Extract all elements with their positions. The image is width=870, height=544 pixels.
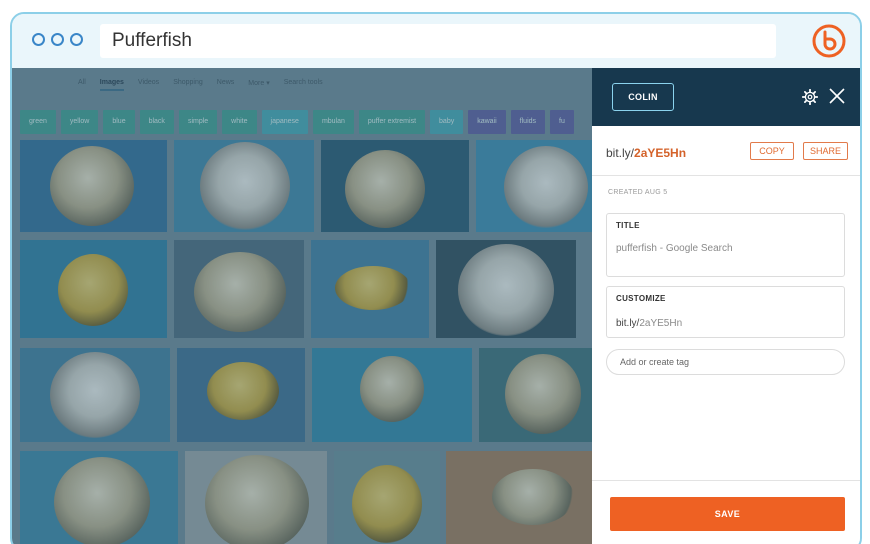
panel-header: COLIN xyxy=(592,68,860,126)
title-field[interactable]: TITLE pufferfish - Google Search xyxy=(606,213,845,277)
user-button[interactable]: COLIN xyxy=(612,83,674,111)
browser-toolbar: Pufferfish xyxy=(12,14,860,68)
short-link[interactable]: bit.ly/2aYE5Hn xyxy=(606,146,686,160)
browser-window: Pufferfish All Images Videos Shopping News Mo… xyxy=(10,12,862,544)
title-label: TITLE xyxy=(616,221,640,230)
customize-domain: bit.ly/ xyxy=(616,318,640,329)
address-bar-text: Pufferfish xyxy=(112,30,192,51)
bitly-panel: COLIN bit.ly/2aYE5Hn COPY SHARE CREATED … xyxy=(592,68,860,544)
gear-icon[interactable] xyxy=(802,89,818,105)
window-controls xyxy=(32,33,83,46)
modal-overlay xyxy=(12,68,592,544)
panel-footer: SAVE xyxy=(592,480,860,544)
close-icon[interactable] xyxy=(829,88,845,104)
tag-input[interactable]: Add or create tag xyxy=(606,349,845,375)
window-dot-icon[interactable] xyxy=(70,33,83,46)
window-dot-icon[interactable] xyxy=(51,33,64,46)
copy-button[interactable]: COPY xyxy=(750,142,794,160)
short-link-domain: bit.ly/ xyxy=(606,146,635,160)
search-results-page: All Images Videos Shopping News More ▾ Search … xyxy=(12,68,592,544)
bitly-logo-icon[interactable] xyxy=(812,24,846,58)
short-link-code: 2aYE5Hn xyxy=(634,146,687,160)
save-button[interactable]: SAVE xyxy=(610,497,845,531)
customize-label: CUSTOMIZE xyxy=(616,294,666,303)
customize-code: 2aYE5Hn xyxy=(639,318,683,329)
customize-field[interactable]: CUSTOMIZE bit.ly/2aYE5Hn xyxy=(606,286,845,338)
created-date: CREATED AUG 5 xyxy=(608,189,668,196)
title-value[interactable]: pufferfish - Google Search xyxy=(616,243,733,254)
share-button[interactable]: SHARE xyxy=(803,142,848,160)
address-bar[interactable]: Pufferfish xyxy=(100,24,776,58)
window-dot-icon[interactable] xyxy=(32,33,45,46)
short-link-row: bit.ly/2aYE5Hn COPY SHARE xyxy=(592,126,860,176)
customize-value[interactable]: bit.ly/2aYE5Hn xyxy=(616,318,682,329)
